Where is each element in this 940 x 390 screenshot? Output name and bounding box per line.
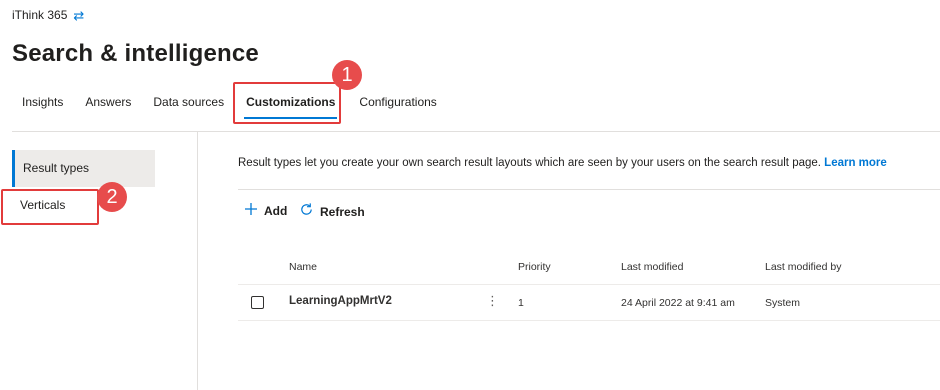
description-divider	[238, 189, 940, 190]
column-header-last-modified-by[interactable]: Last modified by	[765, 261, 841, 273]
tab-bar: Insights Answers Data sources Customizat…	[12, 88, 447, 119]
header-divider	[12, 131, 940, 132]
row-checkbox[interactable]	[251, 296, 264, 309]
org-header: iThink 365 ⇄	[12, 8, 84, 22]
callout-box-verticals	[1, 189, 99, 225]
add-button[interactable]: Add	[244, 202, 287, 220]
row-priority: 1	[518, 297, 524, 309]
refresh-button[interactable]: Refresh	[299, 202, 365, 221]
tab-data-sources[interactable]: Data sources	[143, 88, 234, 116]
column-header-priority[interactable]: Priority	[518, 261, 551, 273]
description-text: Result types let you create your own sea…	[238, 157, 887, 169]
org-name: iThink 365	[12, 8, 68, 22]
callout-badge-1: 1	[332, 60, 362, 90]
table-row-bottom-divider	[238, 320, 940, 321]
row-last-modified-by: System	[765, 297, 801, 309]
refresh-label: Refresh	[320, 204, 365, 219]
column-header-name[interactable]: Name	[289, 261, 317, 273]
row-name[interactable]: LearningAppMrtV2	[289, 295, 392, 307]
row-last-modified: 24 April 2022 at 9:41 am	[621, 297, 735, 309]
column-header-last-modified[interactable]: Last modified	[621, 261, 683, 273]
description: Result types let you create your own sea…	[238, 157, 821, 169]
learn-more-link[interactable]: Learn more	[824, 157, 887, 169]
sidebar-item-result-types[interactable]: Result types	[12, 150, 155, 187]
swap-icon[interactable]: ⇄	[73, 9, 84, 22]
add-label: Add	[264, 204, 288, 218]
table-row-divider	[238, 284, 940, 285]
callout-box-customizations	[233, 82, 341, 124]
tab-answers[interactable]: Answers	[75, 88, 141, 116]
tab-configurations[interactable]: Configurations	[349, 88, 446, 116]
more-options-icon[interactable]: ⋮	[486, 294, 499, 308]
page-title: Search & intelligence	[12, 40, 259, 67]
tab-insights[interactable]: Insights	[12, 88, 73, 116]
plus-icon	[244, 202, 258, 220]
sidebar-divider	[197, 131, 198, 390]
callout-badge-2: 2	[97, 182, 127, 212]
refresh-icon	[299, 202, 314, 221]
